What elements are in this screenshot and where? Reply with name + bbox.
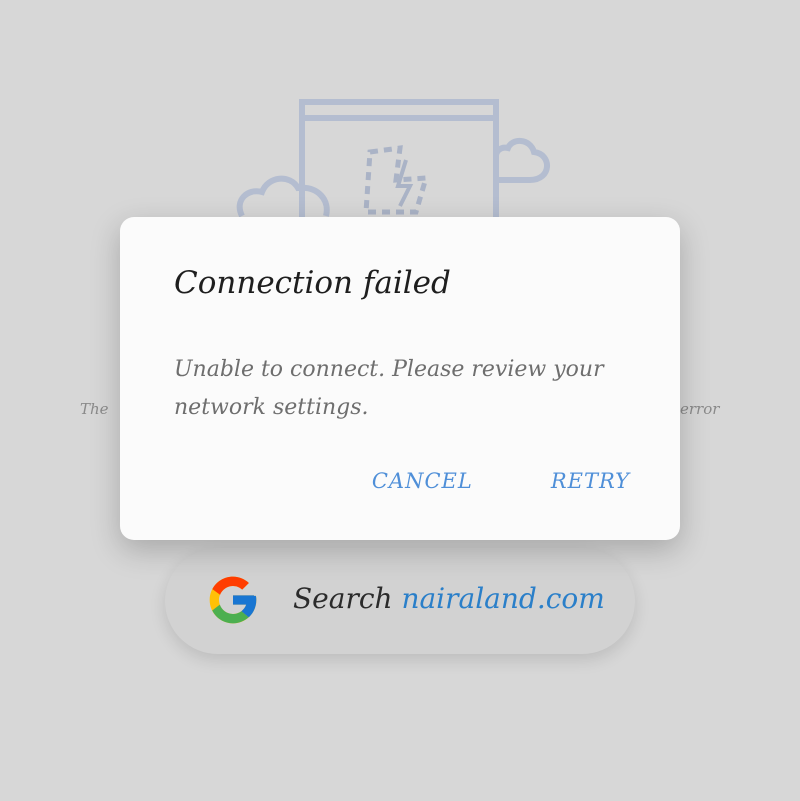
dialog-title: Connection failed <box>174 265 451 301</box>
background-text-right: error <box>680 400 720 418</box>
connection-failed-dialog: Connection failed Unable to connect. Ple… <box>120 217 680 540</box>
search-label: Search nairaland.com <box>293 582 605 615</box>
dialog-actions: CANCEL RETRY <box>372 469 630 493</box>
google-icon <box>209 576 257 624</box>
retry-button[interactable]: RETRY <box>551 469 630 493</box>
background-text-left: The <box>80 400 109 418</box>
google-search-bar[interactable]: Search nairaland.com <box>165 548 635 654</box>
screen-background: The error Search nairaland.com Connectio… <box>0 0 800 801</box>
dialog-message: Unable to connect. Please review your ne… <box>174 357 604 420</box>
no-connection-illustration <box>236 99 550 230</box>
cancel-button[interactable]: CANCEL <box>372 469 473 493</box>
search-site-link[interactable]: nairaland.com <box>401 582 604 615</box>
search-prefix: Search <box>293 582 402 615</box>
